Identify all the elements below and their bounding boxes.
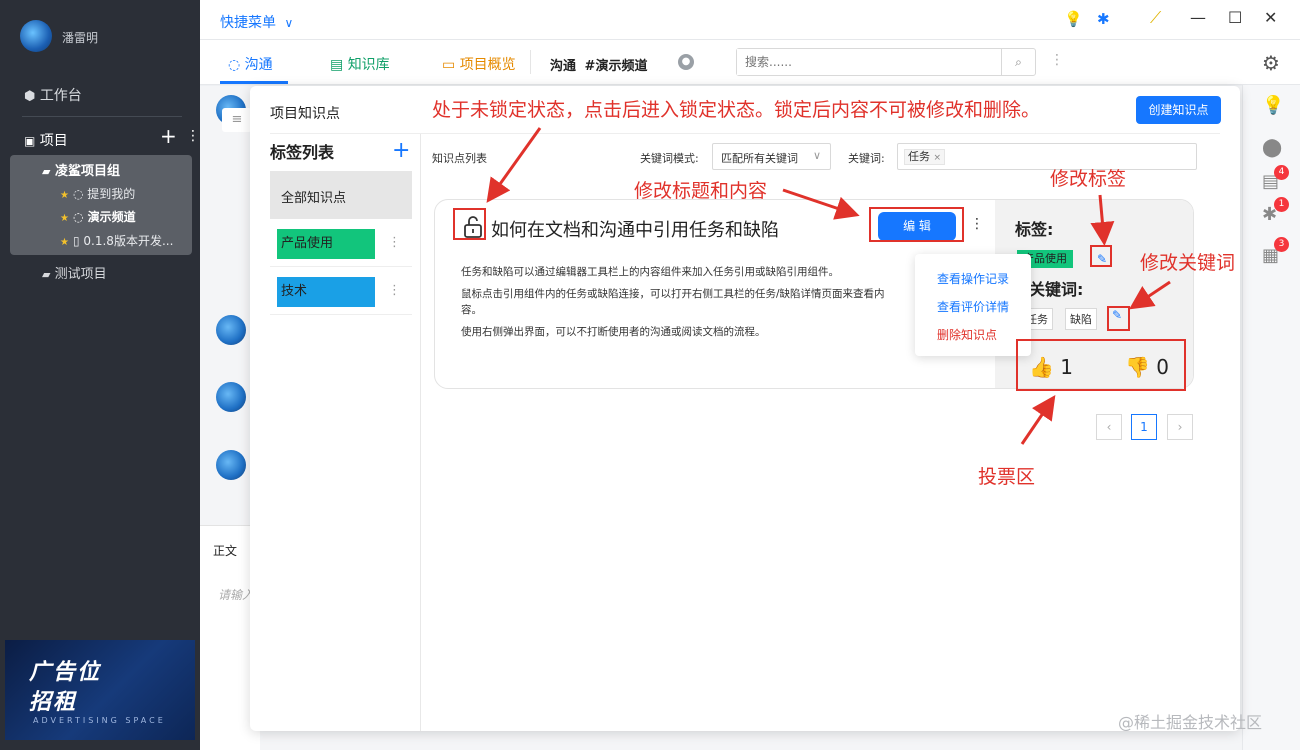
edit-highlight: [869, 207, 964, 242]
annotation-lock: 处于未锁定状态，点击后进入锁定状态。锁定后内容不可被修改和删除。: [432, 99, 1041, 121]
watermark: @稀土掘金技术社区: [1118, 713, 1263, 732]
annotation-tags: 修改标签: [1050, 168, 1127, 190]
tag-edit-highlight: [1090, 245, 1112, 267]
annotation-votes: 投票区: [978, 466, 1036, 488]
lock-highlight: [453, 208, 486, 240]
annotation-keywords: 修改关键词: [1140, 252, 1236, 274]
vote-highlight: [1016, 339, 1186, 391]
keyword-edit-highlight: [1107, 306, 1130, 331]
annotation-edit: 修改标题和内容: [634, 180, 768, 202]
